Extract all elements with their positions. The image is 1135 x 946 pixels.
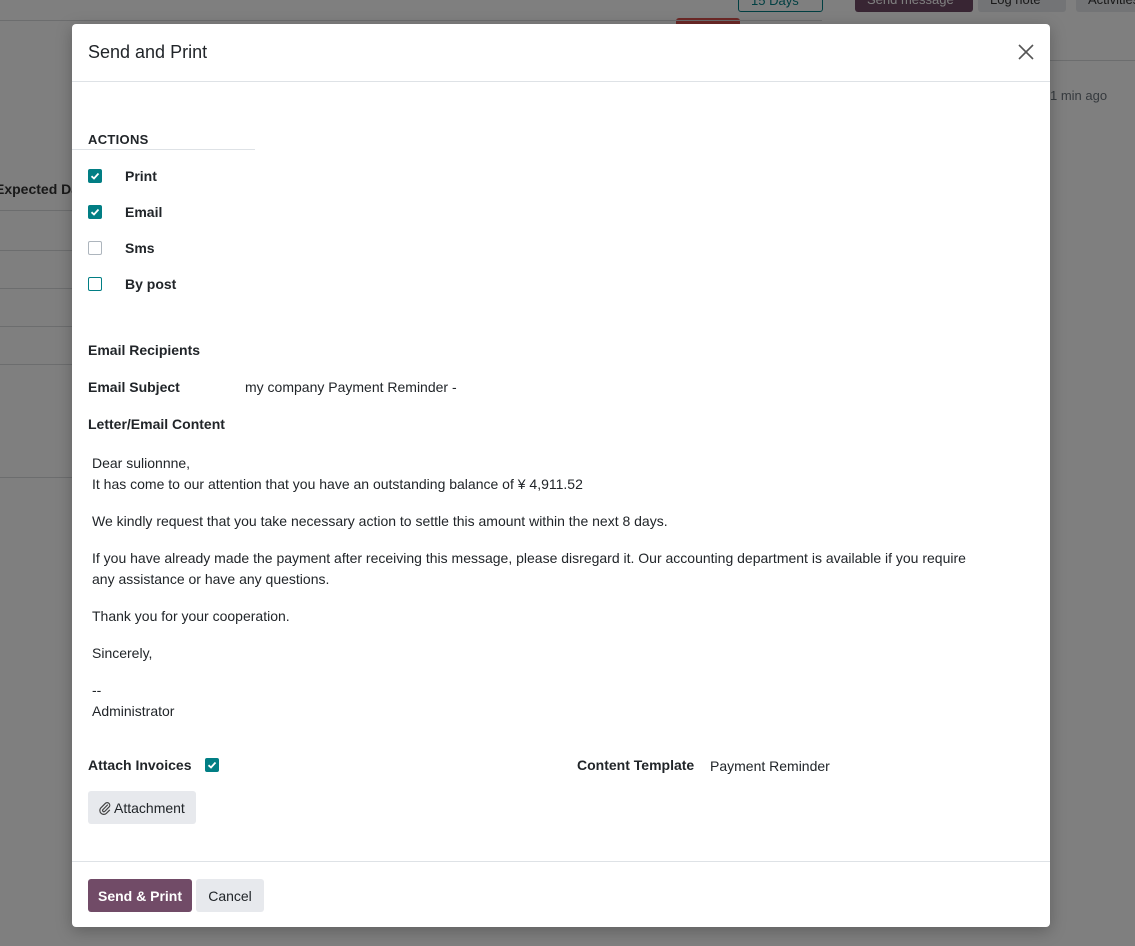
- print-checkbox[interactable]: [88, 169, 102, 183]
- content-line: If you have already made the payment aft…: [92, 550, 966, 587]
- email-subject-label: Email Subject: [88, 379, 180, 395]
- modal-footer: Send & Print Cancel: [72, 861, 1050, 927]
- content-template-field[interactable]: Payment Reminder: [710, 758, 830, 774]
- action-print: Print: [88, 167, 157, 185]
- greeting-text: Dear sulionnne,: [92, 455, 191, 471]
- action-by-post: By post: [88, 275, 176, 293]
- action-label: Print: [125, 168, 157, 184]
- action-sms: Sms: [88, 239, 155, 257]
- signature-separator: --: [92, 682, 102, 698]
- send-and-print-dialog: Send and Print ACTIONS Print Email Sms B…: [72, 24, 1050, 927]
- checkmark-icon: [90, 208, 100, 216]
- email-checkbox[interactable]: [88, 205, 102, 219]
- content-line: Thank you for your cooperation.: [92, 608, 290, 624]
- cancel-button[interactable]: Cancel: [196, 879, 264, 912]
- checkmark-icon: [90, 172, 100, 180]
- action-email: Email: [88, 203, 162, 221]
- send-and-print-button[interactable]: Send & Print: [88, 879, 192, 912]
- content-line: It has come to our attention that you ha…: [92, 476, 583, 492]
- attachment-button-label: Attachment: [114, 799, 185, 816]
- paperclip-icon: [99, 801, 111, 815]
- attach-invoices-checkbox[interactable]: [205, 758, 219, 772]
- checkmark-icon: [207, 761, 217, 769]
- letter-email-content-editor[interactable]: Dear sulionnne, It has come to our attent…: [92, 453, 972, 738]
- email-recipients-label: Email Recipients: [88, 342, 201, 358]
- actions-section-title: ACTIONS: [88, 132, 149, 147]
- action-label: Email: [125, 204, 163, 220]
- action-label: By post: [125, 276, 177, 292]
- action-label: Sms: [125, 240, 155, 256]
- close-button[interactable]: [1016, 42, 1036, 62]
- content-template-label: Content Template: [577, 757, 695, 773]
- modal-header: Send and Print: [72, 24, 1050, 82]
- modal-title: Send and Print: [88, 42, 208, 62]
- close-icon: [1018, 44, 1034, 60]
- attach-invoices-label: Attach Invoices: [88, 757, 192, 773]
- letter-email-content-label: Letter/Email Content: [88, 416, 225, 432]
- attachment-button[interactable]: Attachment: [88, 791, 196, 824]
- signature-name: Administrator: [92, 703, 175, 719]
- content-line: We kindly request that you take necessar…: [92, 513, 668, 529]
- content-line: Sincerely,: [92, 645, 153, 661]
- email-subject-field[interactable]: my company Payment Reminder -: [245, 379, 457, 395]
- by-post-checkbox[interactable]: [88, 277, 102, 291]
- sms-checkbox[interactable]: [88, 241, 102, 255]
- divider: [72, 149, 255, 150]
